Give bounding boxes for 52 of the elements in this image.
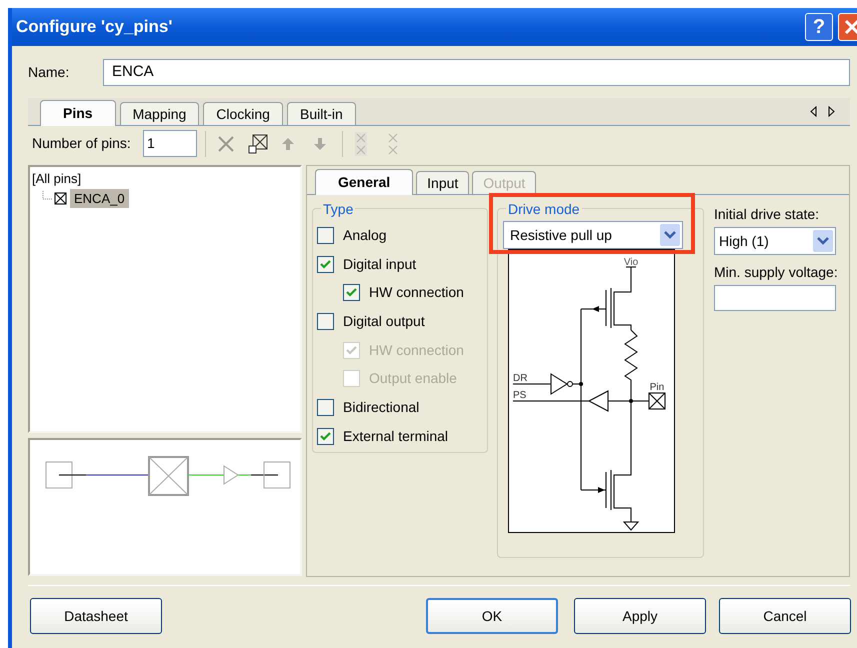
- checkbox[interactable]: [317, 428, 334, 445]
- checkbox-label: External terminal: [343, 426, 448, 446]
- checkbox[interactable]: [317, 312, 334, 330]
- checkbox-label: Analog: [343, 226, 387, 245]
- signal-label: DR: [513, 373, 528, 384]
- checkbox-label: Digital output: [343, 312, 425, 331]
- disabled-pins-icon: [355, 132, 367, 156]
- tab[interactable]: Pins: [40, 100, 116, 126]
- tab[interactable]: Clocking: [203, 102, 283, 125]
- min-supply-voltage-label: Min. supply voltage:: [714, 263, 838, 281]
- name-field[interactable]: ENCA: [103, 58, 850, 86]
- tab[interactable]: Mapping: [120, 102, 200, 125]
- help-button[interactable]: ?: [805, 13, 833, 41]
- dialog-button[interactable]: Datasheet: [30, 598, 162, 634]
- checkbox[interactable]: [343, 284, 360, 302]
- tree-connector-icon: [42, 191, 68, 206]
- min-supply-voltage-field[interactable]: [714, 285, 836, 311]
- checkbox[interactable]: [317, 256, 334, 273]
- tab[interactable]: Built-in: [286, 102, 356, 125]
- tab[interactable]: Input: [416, 171, 470, 194]
- checkbox[interactable]: [317, 226, 334, 244]
- check-icon: [320, 430, 331, 442]
- dialog-button[interactable]: OK: [426, 598, 558, 634]
- window-title: Configure 'cy_pins': [16, 16, 172, 38]
- initial-drive-state-dropdown[interactable]: High (1): [714, 227, 836, 255]
- tree-item[interactable]: [All pins]: [32, 169, 82, 188]
- check-icon: [346, 287, 357, 298]
- checkbox-label: Bidirectional: [343, 398, 420, 417]
- check-icon: [346, 344, 357, 356]
- name-label: Name:: [28, 62, 70, 82]
- checkbox-label: Digital input: [343, 254, 416, 274]
- initial-drive-state-label: Initial drive state:: [714, 205, 820, 223]
- close-icon: [844, 19, 857, 35]
- checkbox-label: HW connection: [369, 340, 464, 360]
- dialog-button[interactable]: Cancel: [719, 598, 851, 634]
- tab[interactable]: General: [315, 169, 414, 195]
- checkbox[interactable]: [317, 398, 334, 416]
- check-icon: [320, 258, 331, 270]
- dialog-button[interactable]: Apply: [574, 598, 706, 634]
- tree-item[interactable]: ENCA_0: [70, 188, 129, 208]
- pin-label: Pin: [650, 382, 664, 393]
- scroll-right-icon[interactable]: [828, 106, 835, 117]
- supply-label: Vio: [624, 257, 638, 268]
- drive-mode-dropdown[interactable]: Resistive pull up: [503, 221, 683, 249]
- add-pin-icon[interactable]: [248, 134, 268, 154]
- scroll-left-icon[interactable]: [810, 106, 817, 117]
- number-of-pins-label: Number of pins:: [32, 134, 132, 153]
- checkbox-label: HW connection: [369, 283, 464, 302]
- checkbox-label: Output enable: [369, 369, 457, 388]
- disabled-pins-icon: [387, 132, 399, 156]
- signal-label: PS: [513, 390, 526, 401]
- number-of-pins-field[interactable]: 1: [143, 130, 197, 157]
